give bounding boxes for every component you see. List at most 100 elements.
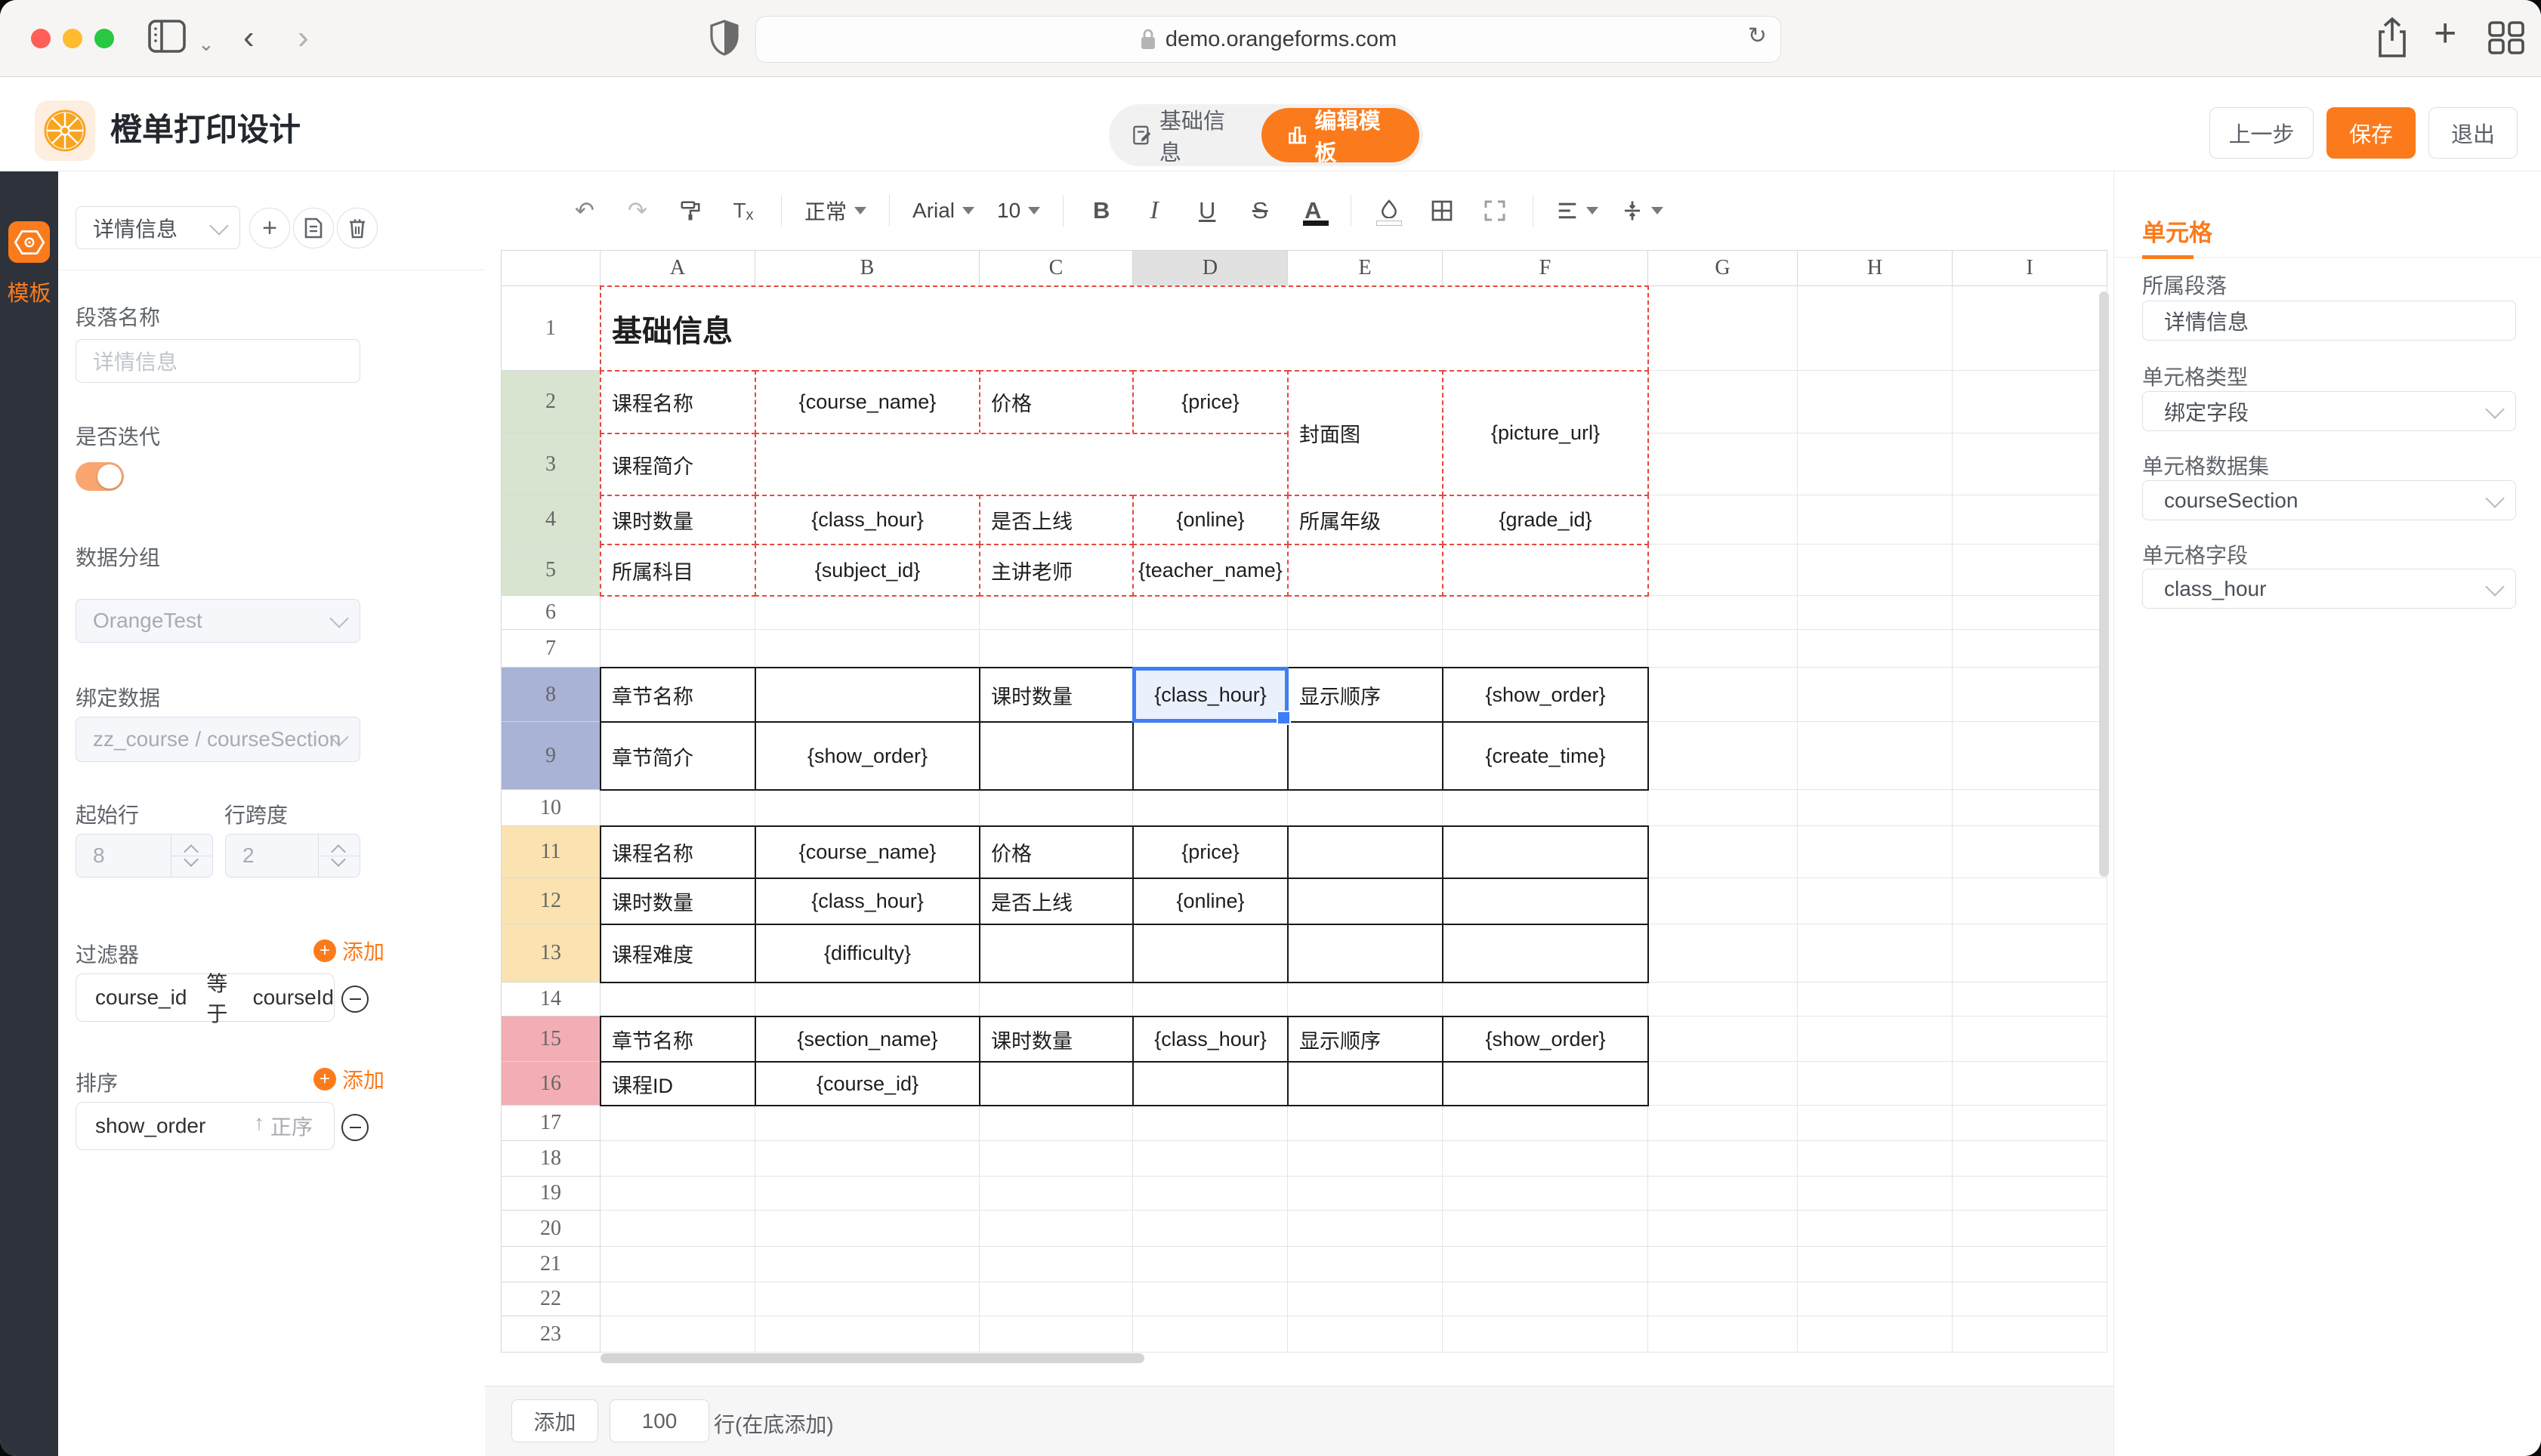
save-button[interactable]: 保存 bbox=[2326, 107, 2416, 159]
row-span-stepper[interactable]: 2 bbox=[225, 834, 360, 878]
sheet-cell[interactable] bbox=[1442, 924, 1649, 983]
sheet-cell[interactable]: {grade_id} bbox=[1442, 495, 1649, 545]
remove-sort-button[interactable] bbox=[341, 1114, 369, 1141]
grid-cell[interactable] bbox=[755, 790, 980, 826]
redo-icon[interactable]: ↷ bbox=[622, 191, 653, 230]
grid-cell[interactable] bbox=[1798, 826, 1953, 878]
grid-cell[interactable] bbox=[1133, 982, 1288, 1016]
bold-button[interactable]: B bbox=[1086, 191, 1116, 230]
grid-cell[interactable] bbox=[1953, 495, 2107, 544]
grid-cell[interactable] bbox=[1133, 1177, 1288, 1211]
grid-cell[interactable] bbox=[1798, 596, 1953, 630]
sidebar-toggle-icon[interactable] bbox=[148, 20, 186, 53]
sheet-cell[interactable]: 章节名称 bbox=[600, 1016, 756, 1063]
grid-cell[interactable] bbox=[1648, 1016, 1798, 1062]
row-header-23[interactable]: 23 bbox=[501, 1316, 601, 1353]
grid-cell[interactable] bbox=[601, 1177, 755, 1211]
cell-dataset-select[interactable]: courseSection bbox=[2142, 480, 2516, 520]
grid-cell[interactable] bbox=[1133, 1106, 1288, 1141]
grid-cell[interactable] bbox=[1648, 722, 1798, 790]
grid-cell[interactable] bbox=[1648, 1062, 1798, 1106]
row-header-3[interactable]: 3 bbox=[501, 433, 601, 495]
grid-cell[interactable] bbox=[1953, 1062, 2107, 1106]
grid-cell[interactable] bbox=[1648, 495, 1798, 544]
sheet-cell[interactable]: 价格 bbox=[979, 825, 1134, 879]
sheet-cell[interactable] bbox=[1287, 544, 1443, 597]
sheet-cell[interactable]: 是否上线 bbox=[979, 878, 1134, 925]
grid-cell[interactable] bbox=[1798, 878, 1953, 924]
sheet-cell[interactable]: {price} bbox=[1132, 370, 1289, 434]
align-vertical-button[interactable] bbox=[1621, 191, 1663, 230]
sheet-corner-cell[interactable] bbox=[501, 250, 601, 286]
grid-cell[interactable] bbox=[1648, 826, 1798, 878]
sheet-cell[interactable]: {teacher_name} bbox=[1132, 544, 1289, 597]
row-header-22[interactable]: 22 bbox=[501, 1282, 601, 1316]
grid-cell[interactable] bbox=[755, 596, 980, 630]
tab-basic-info[interactable]: 基础信息 bbox=[1109, 103, 1261, 167]
column-header-F[interactable]: F bbox=[1443, 250, 1648, 286]
grid-cell[interactable] bbox=[601, 790, 755, 826]
grid-cell[interactable] bbox=[1953, 1316, 2107, 1353]
sheet-cell[interactable]: {course_id} bbox=[755, 1061, 980, 1106]
cell-field-select[interactable]: class_hour bbox=[2142, 569, 2516, 609]
grid-cell[interactable] bbox=[1953, 982, 2107, 1016]
iterate-toggle[interactable] bbox=[76, 462, 124, 491]
sheet-cell[interactable]: 课程名称 bbox=[600, 825, 756, 879]
sheet-cell[interactable]: 课时数量 bbox=[979, 1016, 1134, 1063]
grid-cell[interactable] bbox=[601, 1106, 755, 1141]
sheet-cell[interactable] bbox=[1132, 924, 1289, 983]
grid-cell[interactable] bbox=[1648, 1141, 1798, 1177]
column-header-H[interactable]: H bbox=[1798, 250, 1953, 286]
grid-cell[interactable] bbox=[1953, 924, 2107, 982]
grid-cell[interactable] bbox=[980, 1247, 1133, 1282]
grid-cell[interactable] bbox=[1953, 596, 2107, 630]
sheet-cell[interactable]: 课程ID bbox=[600, 1061, 756, 1106]
grid-cell[interactable] bbox=[601, 630, 755, 668]
grid-cell[interactable] bbox=[601, 1211, 755, 1247]
grid-cell[interactable] bbox=[1953, 1211, 2107, 1247]
row-header-8[interactable]: 8 bbox=[501, 668, 601, 722]
grid-cell[interactable] bbox=[1443, 1247, 1648, 1282]
stepper-arrows[interactable] bbox=[318, 834, 360, 877]
reload-icon[interactable]: ↻ bbox=[1748, 23, 1767, 49]
remove-filter-button[interactable] bbox=[341, 986, 369, 1013]
row-header-13[interactable]: 13 bbox=[501, 924, 601, 982]
grid-cell[interactable] bbox=[1288, 1106, 1443, 1141]
grid-cell[interactable] bbox=[1443, 1211, 1648, 1247]
grid-cell[interactable] bbox=[1443, 1141, 1648, 1177]
align-horizontal-button[interactable] bbox=[1556, 191, 1598, 230]
sheet-cell[interactable]: 显示顺序 bbox=[1287, 1016, 1443, 1063]
grid-cell[interactable] bbox=[1953, 790, 2107, 826]
grid-cell[interactable] bbox=[1443, 1177, 1648, 1211]
sheet-cell[interactable]: 课程难度 bbox=[600, 924, 756, 983]
add-section-button[interactable]: + bbox=[249, 208, 290, 248]
tab-overview-icon[interactable] bbox=[2488, 21, 2524, 54]
column-header-I[interactable]: I bbox=[1953, 250, 2107, 286]
sheet-cell[interactable]: {show_order} bbox=[1442, 667, 1649, 723]
sheet-cell[interactable]: {show_order} bbox=[1442, 1016, 1649, 1063]
section-select[interactable]: 详情信息 bbox=[76, 206, 240, 249]
sheet-cell[interactable]: 是否上线 bbox=[979, 495, 1134, 545]
window-zoom-button[interactable] bbox=[94, 29, 114, 48]
vertical-scrollbar[interactable] bbox=[2099, 292, 2109, 877]
grid-cell[interactable] bbox=[1798, 1316, 1953, 1353]
grid-cell[interactable] bbox=[1953, 878, 2107, 924]
sheet-cell[interactable]: {show_order} bbox=[755, 721, 980, 791]
underline-button[interactable]: U bbox=[1192, 191, 1222, 230]
grid-cell[interactable] bbox=[1648, 596, 1798, 630]
grid-cell[interactable] bbox=[1798, 1282, 1953, 1316]
grid-cell[interactable] bbox=[1953, 1247, 2107, 1282]
grid-cell[interactable] bbox=[1443, 596, 1648, 630]
grid-cell[interactable] bbox=[1133, 596, 1288, 630]
sheet-cell[interactable]: {class_hour} bbox=[755, 495, 980, 545]
horizontal-scrollbar[interactable] bbox=[601, 1353, 1144, 1363]
grid-cell[interactable] bbox=[980, 630, 1133, 668]
grid-cell[interactable] bbox=[601, 1141, 755, 1177]
tab-cell[interactable]: 单元格 bbox=[2142, 214, 2212, 248]
delete-section-button[interactable] bbox=[337, 208, 378, 248]
sheet-cell[interactable]: {course_name} bbox=[755, 825, 980, 879]
grid-cell[interactable] bbox=[980, 1282, 1133, 1316]
grid-cell[interactable] bbox=[1288, 1141, 1443, 1177]
sheet-cell[interactable]: 显示顺序 bbox=[1287, 667, 1443, 723]
sheet-cell[interactable]: 课时数量 bbox=[600, 878, 756, 925]
